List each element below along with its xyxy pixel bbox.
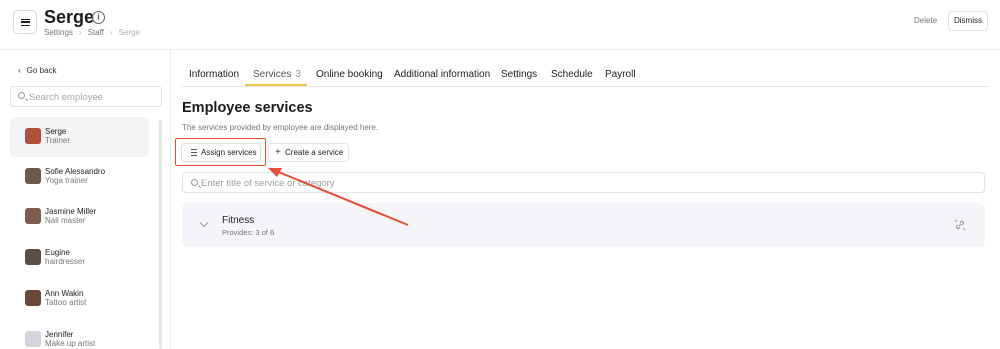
avatar (25, 128, 41, 144)
create-service-label: Create a service (285, 148, 344, 157)
go-back-label: Go back (26, 66, 57, 75)
breadcrumb-staff[interactable]: Staff (88, 28, 104, 37)
tab-services[interactable]: Services 3 (253, 69, 301, 80)
tab-services-count: 3 (295, 69, 301, 80)
chevron-down-icon[interactable] (199, 218, 209, 228)
delete-button[interactable]: Delete (914, 16, 937, 25)
category-provides: Provides: 3 of 6 (222, 228, 275, 237)
menu-button[interactable] (13, 10, 37, 34)
top-header: Serge i Settings › Staff › Serge Delete … (0, 0, 1000, 50)
employee-role: Nail master (45, 216, 86, 225)
avatar (25, 249, 41, 265)
avatar (25, 168, 41, 184)
info-icon[interactable]: i (92, 11, 105, 24)
active-tab-indicator (245, 84, 307, 86)
section-heading: Employee services (182, 100, 313, 116)
employee-item[interactable]: Jasmine Miller Nail master (10, 197, 149, 237)
plus-icon: + (275, 147, 281, 158)
section-subtitle: The services provided by employee are di… (182, 123, 379, 132)
chevron-left-icon: ‹ (18, 66, 21, 75)
list-icon (189, 149, 197, 156)
create-service-button[interactable]: + Create a service (268, 143, 349, 162)
avatar (25, 331, 41, 347)
tab-information[interactable]: Information (189, 69, 239, 80)
breadcrumb-settings[interactable]: Settings (44, 28, 73, 37)
dismiss-button[interactable]: Dismiss (948, 11, 988, 31)
sidebar-scrollbar[interactable] (159, 120, 162, 349)
employee-search (10, 86, 162, 107)
employee-name: Jasmine Miller (45, 207, 97, 216)
unlink-icon[interactable] (954, 219, 966, 231)
service-search-input[interactable] (201, 175, 701, 191)
employee-item[interactable]: Jennifer Make up artist (10, 320, 149, 349)
employee-sidebar: ‹ Go back Serge Trainer Sofie Alessandro… (0, 50, 171, 349)
tab-services-label: Services (253, 69, 292, 80)
employee-role: hairdresser (45, 257, 86, 266)
search-icon (18, 92, 25, 99)
employee-name: Jennifer (45, 330, 74, 339)
category-name: Fitness (222, 215, 255, 226)
chevron-right-icon: › (78, 28, 82, 37)
employee-item[interactable]: Ann Wakin Tattoo artist (10, 279, 149, 319)
employee-role: Yoga trainer (45, 176, 88, 185)
page-title: Serge (44, 7, 95, 27)
assign-services-label: Assign services (201, 148, 257, 157)
employee-role: Tattoo artist (45, 298, 87, 307)
employee-name: Ann Wakin (45, 289, 84, 298)
tab-additional-information[interactable]: Additional information (394, 69, 490, 80)
hamburger-icon (20, 18, 30, 26)
service-search (182, 172, 985, 193)
chevron-right-icon: › (109, 28, 113, 37)
tab-online-booking[interactable]: Online booking (316, 69, 383, 80)
tab-settings[interactable]: Settings (501, 69, 537, 80)
employee-name: Serge (45, 127, 67, 136)
tab-payroll[interactable]: Payroll (605, 69, 636, 80)
employee-item[interactable]: Sofie Alessandro Yoga trainer (10, 157, 149, 197)
employee-item[interactable]: Eugine hairdresser (10, 238, 149, 278)
search-icon (191, 179, 198, 186)
go-back-link[interactable]: ‹ Go back (18, 66, 56, 75)
employee-name: Sofie Alessandro (45, 167, 106, 176)
assign-services-button[interactable]: Assign services (181, 143, 261, 162)
employee-role: Trainer (45, 136, 71, 145)
employee-item[interactable]: Serge Trainer (10, 117, 149, 157)
employee-role: Make up artist (45, 339, 96, 348)
employee-name: Eugine (45, 248, 70, 257)
tab-schedule[interactable]: Schedule (551, 69, 593, 80)
avatar (25, 290, 41, 306)
avatar (25, 208, 41, 224)
breadcrumb: Settings › Staff › Serge (44, 28, 140, 37)
category-row-fitness[interactable]: Fitness Provides: 3 of 6 (182, 203, 985, 247)
employee-search-input[interactable] (29, 89, 159, 105)
breadcrumb-current: Serge (118, 28, 140, 37)
